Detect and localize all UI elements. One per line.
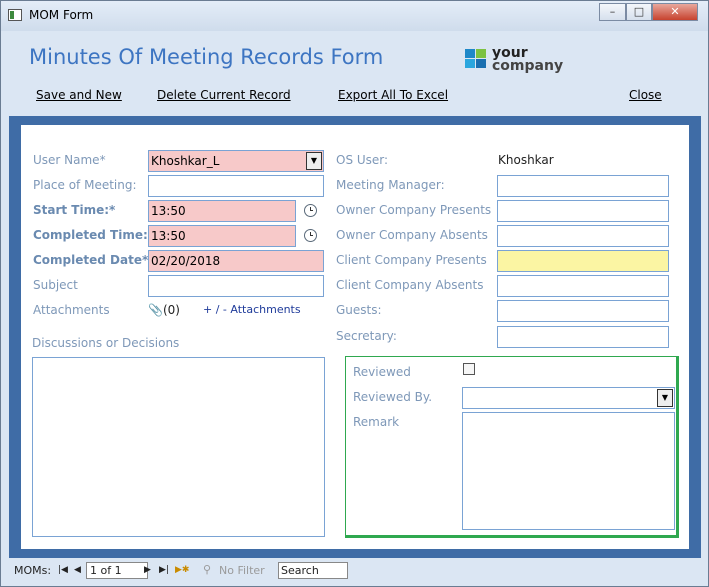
reviewed-label: Reviewed	[353, 365, 411, 379]
form-icon	[8, 9, 22, 21]
place-input[interactable]	[148, 175, 324, 197]
owner-presents-label: Owner Company Presents	[336, 203, 492, 217]
record-navigator: MOMs: |◀ ◀ 1 of 1 ▶ ▶| ▶✱ ⚲ No Filter Se…	[9, 559, 701, 583]
access-form-window: MOM Form – □ ✕ Minutes Of Meeting Record…	[0, 0, 709, 587]
user-name-value: Khoshkar_L	[151, 154, 220, 168]
completed-time-input[interactable]: 13:50	[148, 225, 296, 247]
attachment-field[interactable]: 📎(0)	[148, 303, 180, 317]
clock-icon[interactable]	[304, 204, 317, 217]
records-label: MOMs:	[14, 564, 52, 577]
form-header: Minutes Of Meeting Records Form your com…	[9, 31, 701, 116]
company-logo: your company	[465, 46, 565, 81]
client-absents-input[interactable]	[497, 275, 669, 297]
client-presents-input[interactable]	[497, 250, 669, 272]
reviewed-by-combo[interactable]: ▼	[462, 387, 675, 409]
completed-date-label: Completed Date*	[33, 253, 149, 267]
meeting-manager-label: Meeting Manager:	[336, 178, 445, 192]
discussions-label: Discussions or Decisions	[32, 336, 180, 350]
new-record-button[interactable]: ▶✱	[175, 565, 189, 575]
os-user-label: OS User:	[336, 153, 389, 167]
chevron-down-icon[interactable]: ▼	[306, 152, 322, 170]
place-label: Place of Meeting:	[33, 178, 137, 192]
completed-date-input[interactable]: 02/20/2018	[148, 250, 324, 272]
no-filter-label[interactable]: No Filter	[219, 564, 265, 577]
clock-icon[interactable]	[304, 229, 317, 242]
start-time-input[interactable]: 13:50	[148, 200, 296, 222]
user-name-combo[interactable]: Khoshkar_L ▼	[148, 150, 324, 172]
save-and-new-button[interactable]: Save and New	[36, 88, 122, 102]
maximize-button[interactable]: □	[626, 3, 652, 21]
review-section: Reviewed Reviewed By. ▼ Remark	[345, 356, 679, 538]
first-record-button[interactable]: |◀	[58, 565, 68, 575]
last-record-button[interactable]: ▶|	[159, 565, 169, 575]
close-window-button[interactable]: ✕	[652, 3, 698, 21]
owner-absents-label: Owner Company Absents	[336, 228, 488, 242]
previous-record-button[interactable]: ◀	[74, 565, 81, 575]
owner-presents-input[interactable]	[497, 200, 669, 222]
remark-label: Remark	[353, 415, 400, 429]
search-input[interactable]: Search	[278, 562, 348, 579]
close-form-button[interactable]: Close	[629, 88, 662, 102]
owner-absents-input[interactable]	[497, 225, 669, 247]
delete-record-button[interactable]: Delete Current Record	[157, 88, 291, 102]
attachments-link[interactable]: + / - Attachments	[203, 303, 301, 316]
remark-textarea[interactable]	[462, 412, 675, 530]
reviewed-checkbox[interactable]	[463, 363, 475, 375]
export-excel-button[interactable]: Export All To Excel	[338, 88, 448, 102]
form-body: User Name* Khoshkar_L ▼ Place of Meeting…	[21, 125, 689, 549]
client-presents-label: Client Company Presents	[336, 253, 487, 267]
minimize-button[interactable]: –	[599, 3, 626, 21]
reviewed-by-label: Reviewed By.	[353, 390, 433, 404]
attachments-label: Attachments	[33, 303, 110, 317]
page-title: Minutes Of Meeting Records Form	[29, 45, 384, 69]
chevron-down-icon[interactable]: ▼	[657, 389, 673, 407]
secretary-label: Secretary:	[336, 329, 397, 343]
filter-icon[interactable]: ⚲	[203, 563, 211, 576]
completed-time-label: Completed Time:*	[33, 228, 155, 242]
subject-input[interactable]	[148, 275, 324, 297]
secretary-input[interactable]	[497, 326, 669, 348]
os-user-value: Khoshkar	[498, 153, 554, 167]
guests-label: Guests:	[336, 303, 382, 317]
user-name-label: User Name*	[33, 153, 106, 167]
meeting-manager-input[interactable]	[497, 175, 669, 197]
client-absents-label: Client Company Absents	[336, 278, 484, 292]
logo-text-line2: company	[492, 58, 564, 74]
attachment-count: (0)	[162, 303, 180, 317]
discussions-textarea[interactable]	[32, 357, 325, 537]
subject-label: Subject	[33, 278, 78, 292]
next-record-button[interactable]: ▶	[144, 565, 151, 575]
paperclip-icon: 📎	[148, 303, 163, 317]
logo-squares-icon	[465, 49, 489, 71]
form-frame: User Name* Khoshkar_L ▼ Place of Meeting…	[9, 116, 701, 558]
window-title: MOM Form	[29, 8, 94, 22]
start-time-label: Start Time:*	[33, 203, 116, 217]
current-record-input[interactable]: 1 of 1	[86, 562, 148, 579]
title-bar: MOM Form – □ ✕	[1, 1, 708, 31]
guests-input[interactable]	[497, 300, 669, 322]
